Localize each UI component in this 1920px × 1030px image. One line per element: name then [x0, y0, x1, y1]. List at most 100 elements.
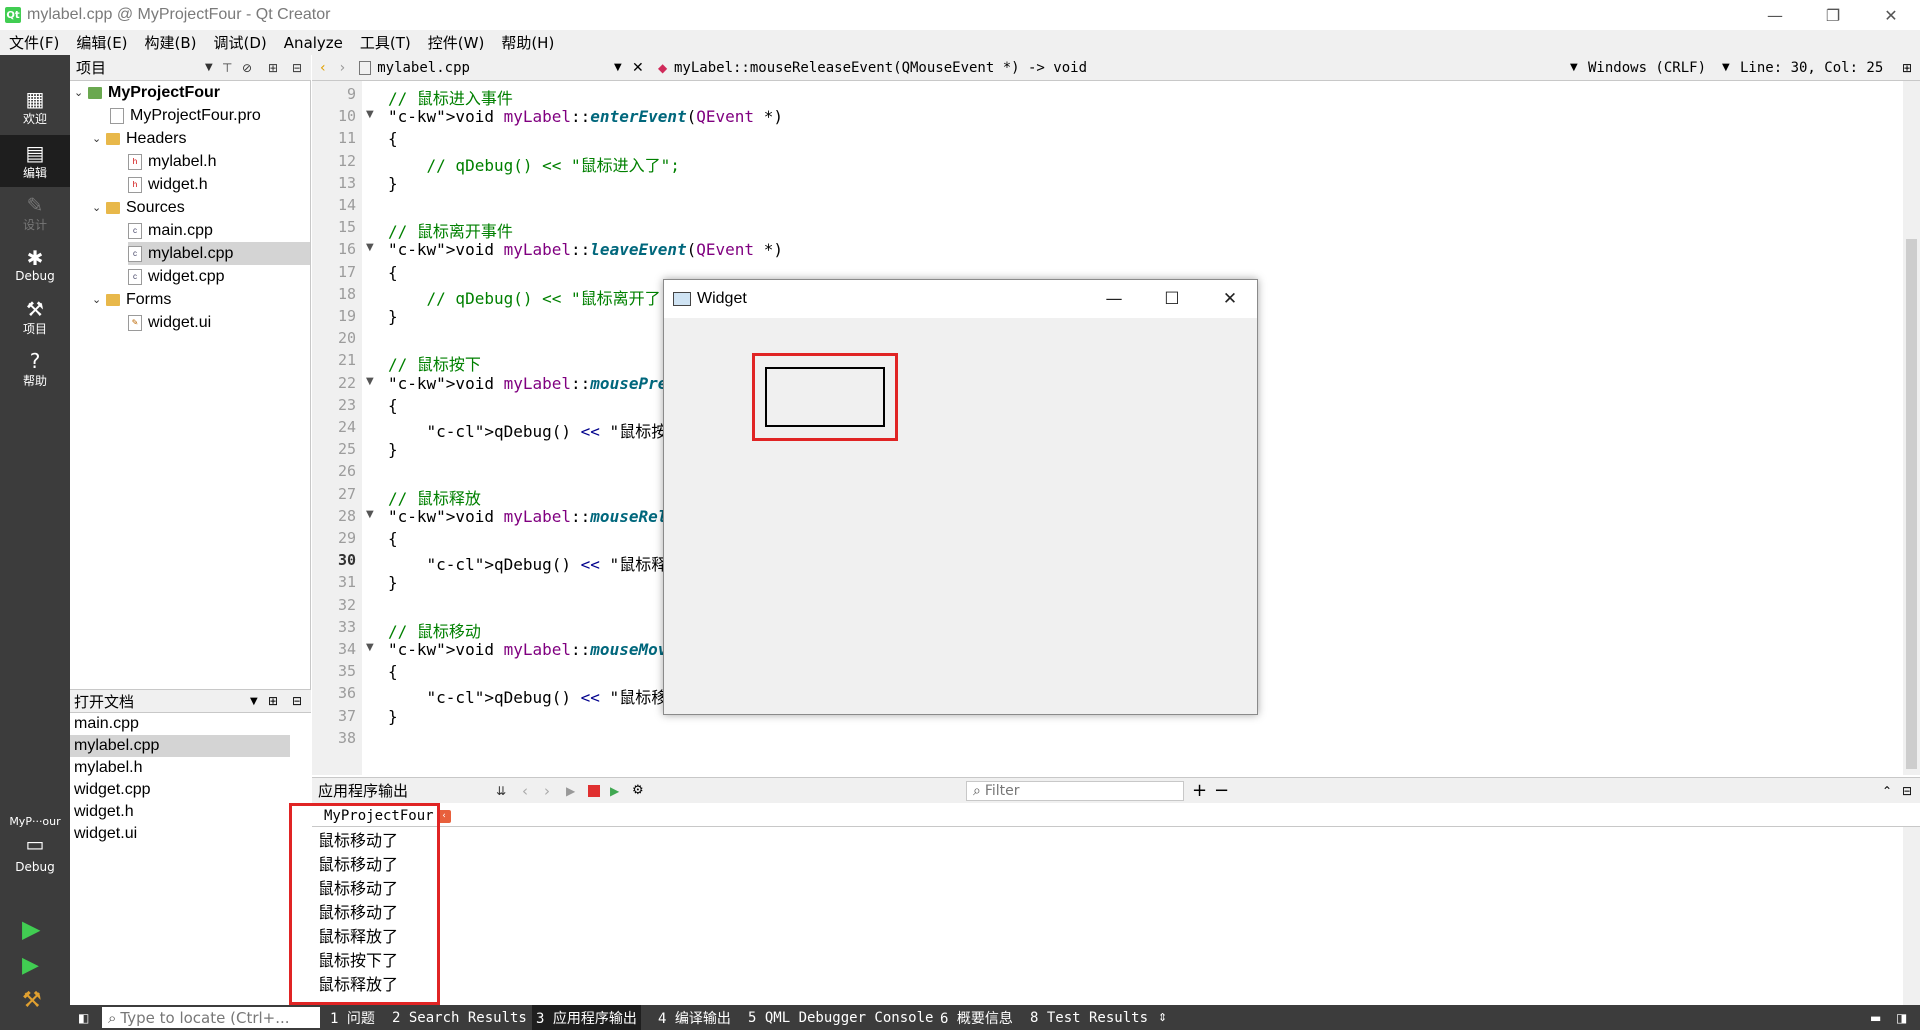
- back-icon[interactable]: ‹: [320, 60, 326, 76]
- line-ending-chevron-icon[interactable]: ▼: [1722, 62, 1730, 73]
- status-tab-issues[interactable]: 1 问题: [326, 1005, 379, 1030]
- code-line: // 鼠标离开事件: [388, 222, 513, 242]
- status-tab-tests[interactable]: 8 Test Results: [1026, 1005, 1152, 1030]
- prev-icon[interactable]: ‹: [522, 782, 528, 800]
- output-scrollbar[interactable]: [1903, 827, 1920, 1005]
- locator-input[interactable]: ⌕ Type to locate (Ctrl+...: [102, 1007, 320, 1028]
- status-tab-search[interactable]: 2 Search Results: [388, 1005, 531, 1030]
- menu-analyze[interactable]: Analyze: [275, 34, 351, 52]
- debug-icon[interactable]: ▶: [610, 784, 619, 798]
- fold-chevron-icon[interactable]: ▼: [366, 376, 378, 387]
- symbol-dropdown-chevron-icon[interactable]: ▼: [1570, 62, 1578, 73]
- menu-controls[interactable]: 控件(W): [419, 32, 493, 53]
- open-doc-item[interactable]: widget.h: [70, 801, 290, 823]
- run-icon[interactable]: ▶: [22, 915, 40, 943]
- mode-debug[interactable]: ✱ Debug: [0, 239, 70, 291]
- close-pane-icon[interactable]: ⊟: [1902, 784, 1912, 798]
- close-file-icon[interactable]: ✕: [632, 60, 644, 76]
- next-icon[interactable]: ›: [544, 782, 550, 800]
- open-doc-item[interactable]: widget.ui: [70, 823, 290, 845]
- progress-icon[interactable]: ▬: [1870, 1011, 1881, 1025]
- rerun-icon[interactable]: ▶: [566, 784, 575, 798]
- more-tabs-icon[interactable]: ⇕: [1158, 1011, 1167, 1024]
- tree-item-mylabel-h[interactable]: h mylabel.h: [128, 150, 310, 173]
- split-icon[interactable]: ⊞: [268, 61, 278, 75]
- toggle-right-sidebar-icon[interactable]: ◨: [1896, 1011, 1907, 1025]
- status-tab-compile[interactable]: 4 编译输出: [654, 1005, 735, 1030]
- qt-logo-icon: Qt: [5, 7, 21, 23]
- zoom-out-icon[interactable]: −: [1214, 780, 1229, 801]
- status-tab-summary[interactable]: 6 概要信息: [936, 1005, 1017, 1030]
- menu-tools[interactable]: 工具(T): [351, 32, 419, 53]
- open-doc-item[interactable]: widget.cpp: [70, 779, 290, 801]
- file-dropdown-chevron-icon[interactable]: ▼: [614, 62, 622, 73]
- menu-edit[interactable]: 编辑(E): [67, 32, 135, 53]
- tree-item-project[interactable]: ⌄ MyProjectFour: [74, 81, 310, 104]
- open-doc-item[interactable]: mylabel.h: [70, 757, 290, 779]
- maximize-pane-icon[interactable]: ⌃: [1882, 784, 1892, 798]
- tree-item-widget-cpp[interactable]: c widget.cpp: [128, 265, 310, 288]
- tree-item-headers[interactable]: ⌄ Headers: [92, 127, 310, 150]
- debug-run-icon[interactable]: ▶: [22, 953, 39, 978]
- widget-minimize-button[interactable]: —: [1085, 280, 1143, 318]
- tree-item-widget-h[interactable]: h widget.h: [128, 173, 310, 196]
- zoom-in-icon[interactable]: +: [1192, 780, 1207, 801]
- editor-scrollbar[interactable]: [1903, 81, 1920, 775]
- close-panel-icon[interactable]: ⊟: [292, 61, 302, 75]
- menu-debug[interactable]: 调试(D): [205, 32, 275, 53]
- tree-item-pro[interactable]: MyProjectFour.pro: [110, 104, 310, 127]
- current-file-name[interactable]: mylabel.cpp: [377, 60, 470, 76]
- toggle-sidebar-icon[interactable]: ◧: [78, 1011, 89, 1025]
- open-doc-item[interactable]: mylabel.cpp: [70, 735, 290, 757]
- line-ending-selector[interactable]: Windows (CRLF): [1588, 60, 1706, 76]
- mode-design[interactable]: ✎ 设计: [0, 187, 70, 239]
- link-icon[interactable]: ⊘: [242, 61, 252, 75]
- chevron-down-icon[interactable]: ⌄: [92, 132, 106, 145]
- minimize-button[interactable]: —: [1746, 0, 1804, 30]
- tree-item-sources[interactable]: ⌄ Sources: [92, 196, 310, 219]
- tree-item-main-cpp[interactable]: c main.cpp: [128, 219, 310, 242]
- split-icon[interactable]: ⊞: [268, 694, 278, 708]
- chevron-down-icon[interactable]: ⌄: [92, 293, 106, 306]
- view-select-chevron-icon[interactable]: ▼: [205, 62, 213, 73]
- chevron-down-icon[interactable]: ⌄: [74, 86, 88, 99]
- editor-scrollbar-thumb[interactable]: [1906, 239, 1917, 769]
- filter-icon[interactable]: ⊤: [222, 61, 232, 75]
- stop-icon[interactable]: [588, 785, 600, 797]
- fold-chevron-icon[interactable]: ▼: [366, 109, 378, 120]
- mode-welcome[interactable]: ▦ 欢迎: [0, 81, 70, 133]
- fold-chevron-icon[interactable]: ▼: [366, 509, 378, 520]
- mode-help[interactable]: ? 帮助: [0, 343, 70, 395]
- chevron-down-icon[interactable]: ⌄: [92, 201, 106, 214]
- settings-gear-icon[interactable]: ⚙: [632, 783, 644, 798]
- cursor-position[interactable]: Line: 30, Col: 25: [1740, 60, 1883, 76]
- menu-build[interactable]: 构建(B): [136, 32, 205, 53]
- fold-chevron-icon[interactable]: ▼: [366, 642, 378, 653]
- status-tab-qml[interactable]: 5 QML Debugger Console: [744, 1005, 937, 1030]
- widget-close-button[interactable]: ✕: [1201, 280, 1259, 318]
- restore-button[interactable]: ❐: [1804, 0, 1862, 30]
- open-doc-item[interactable]: main.cpp: [70, 713, 290, 735]
- mode-edit[interactable]: ▤ 编辑: [0, 135, 70, 187]
- close-panel-icon[interactable]: ⊟: [292, 694, 302, 708]
- menu-help[interactable]: 帮助(H): [492, 32, 562, 53]
- tree-item-widget-ui[interactable]: ✎ widget.ui: [128, 311, 310, 334]
- tree-item-mylabel-cpp[interactable]: c mylabel.cpp: [128, 242, 310, 265]
- tree-item-forms[interactable]: ⌄ Forms: [92, 288, 310, 311]
- output-console[interactable]: 鼠标移动了 鼠标移动了 鼠标移动了 鼠标移动了 鼠标释放了 鼠标按下了 鼠标释放…: [312, 827, 1920, 1005]
- mode-projects[interactable]: ⚒ 项目: [0, 291, 70, 343]
- attach-icon[interactable]: ⇊: [496, 784, 506, 798]
- symbol-selector[interactable]: myLabel::mouseReleaseEvent(QMouseEvent *…: [674, 60, 1087, 76]
- status-tab-app-output[interactable]: 3 应用程序输出: [532, 1005, 641, 1030]
- kit-selector[interactable]: MyP···our ▭ Debug: [0, 815, 70, 874]
- widget-maximize-button[interactable]: ☐: [1143, 280, 1201, 318]
- forward-icon[interactable]: ›: [340, 60, 346, 76]
- code-line: }: [388, 706, 398, 726]
- chevron-down-icon[interactable]: ▼: [250, 696, 258, 707]
- split-editor-icon[interactable]: ⊞: [1902, 61, 1912, 75]
- menu-file[interactable]: 文件(F): [0, 32, 67, 53]
- build-hammer-icon[interactable]: ⚒: [22, 988, 42, 1013]
- output-filter-input[interactable]: ⌕ Filter: [966, 781, 1184, 801]
- close-button[interactable]: ✕: [1862, 0, 1920, 30]
- fold-chevron-icon[interactable]: ▼: [366, 242, 378, 253]
